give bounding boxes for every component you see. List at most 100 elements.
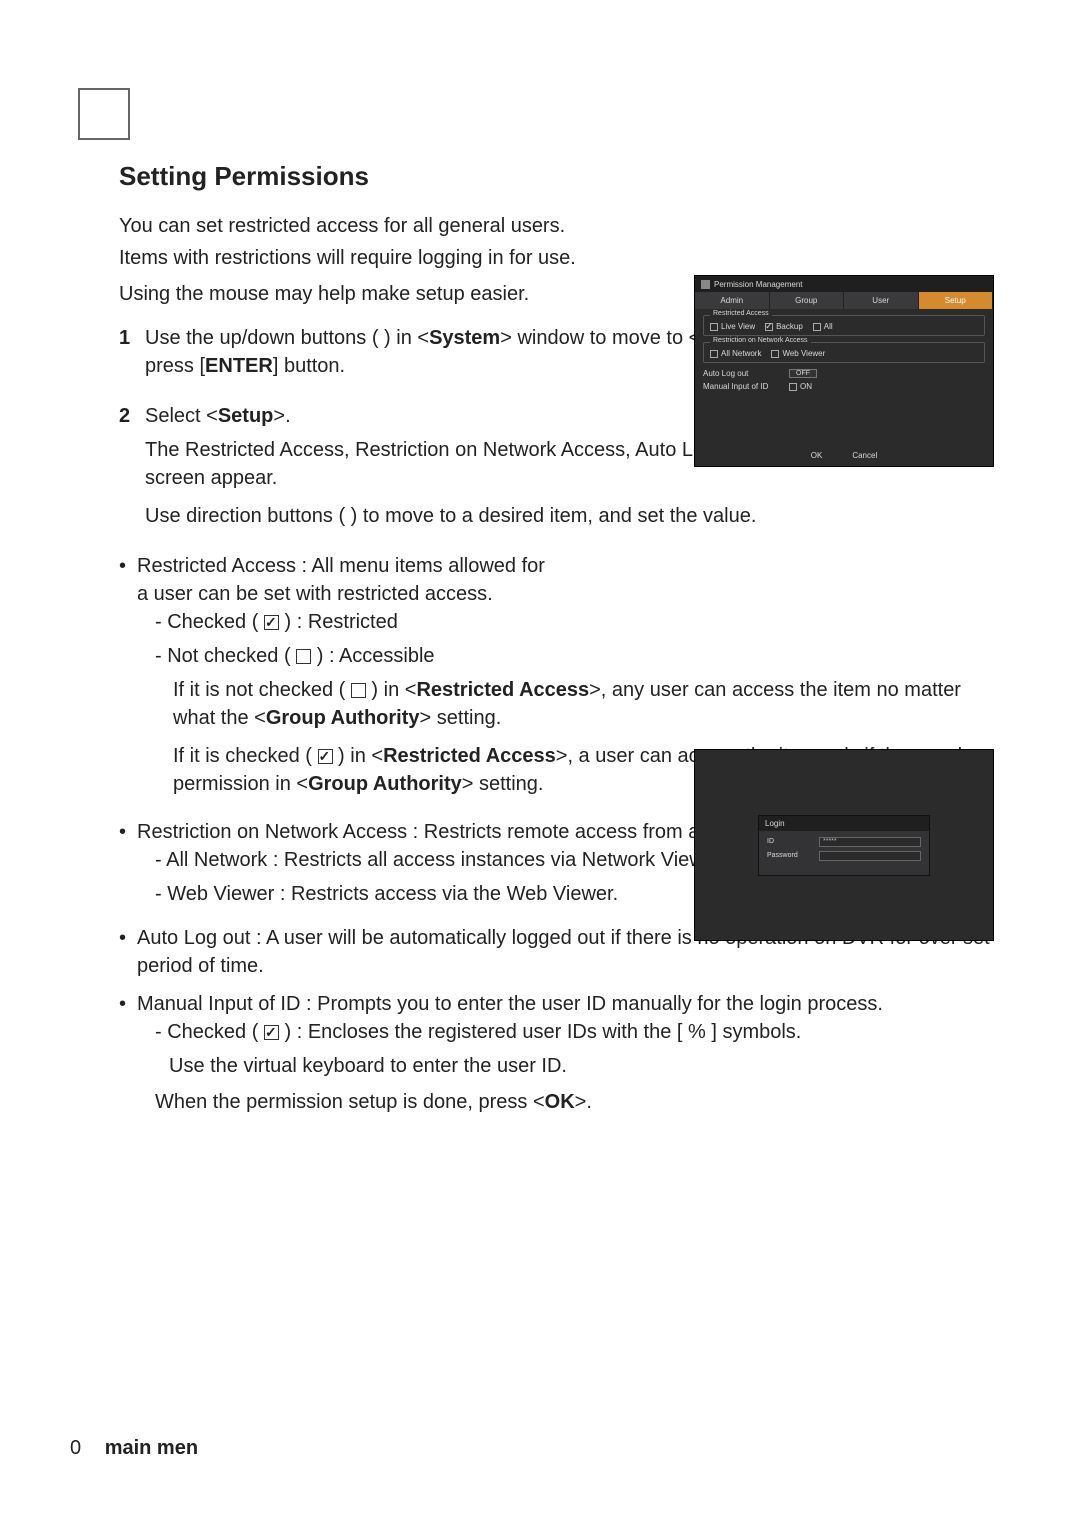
checkbox-backup[interactable]: Backup xyxy=(765,322,803,331)
checkbox-icon xyxy=(813,323,821,331)
text: ] button. xyxy=(273,355,345,377)
bold: Setup xyxy=(218,405,274,427)
text: ) : Restricted xyxy=(279,611,398,633)
intro-line: Items with restrictions will require log… xyxy=(119,244,993,272)
label: Password xyxy=(767,852,813,859)
page-footer: 0 main men xyxy=(70,1437,198,1460)
header-box xyxy=(78,88,130,140)
group-legend: Restriction on Network Access xyxy=(710,337,811,344)
bold: Restricted Access xyxy=(416,679,589,701)
section-title: Setting Permissions xyxy=(119,158,993,194)
text: Web Viewer : Restricts access via the We… xyxy=(167,883,618,905)
manual-id-row: Manual Input of ID ON xyxy=(703,382,985,391)
checkbox-icon xyxy=(765,323,773,331)
checkbox-icon xyxy=(789,383,797,391)
label: All xyxy=(824,322,833,331)
bold: Group Authority xyxy=(266,707,420,729)
text: If it is checked ( xyxy=(173,745,318,767)
auto-logout-row: Auto Log out OFF xyxy=(703,369,985,378)
bullet-icon: • xyxy=(119,924,137,980)
list-item: • Manual Input of ID : Prompts you to en… xyxy=(119,990,993,1122)
checkbox-all[interactable]: All xyxy=(813,322,833,331)
unchecked-icon xyxy=(296,649,311,664)
text: Use the up/down buttons ( ) in < xyxy=(145,327,429,349)
list-body: Manual Input of ID : Prompts you to ente… xyxy=(137,990,993,1122)
bold: OK xyxy=(545,1091,575,1113)
text: Use the virtual keyboard to enter the us… xyxy=(169,1052,993,1080)
bullet-icon: • xyxy=(119,818,137,914)
text: Checked ( xyxy=(167,1021,264,1043)
text: ) : Accessible xyxy=(311,645,434,667)
login-title: Login xyxy=(759,816,929,831)
text: > setting. xyxy=(420,707,502,729)
panel-tabs: Admin Group User Setup xyxy=(695,292,993,309)
text: > window to move to < xyxy=(500,327,700,349)
panel-title: Permission Management xyxy=(714,280,802,289)
cancel-button[interactable]: Cancel xyxy=(852,451,877,460)
login-id-row: ID ***** xyxy=(767,837,921,847)
intro-line: You can set restricted access for all ge… xyxy=(119,212,993,240)
text: ) in < xyxy=(366,679,417,701)
text: Checked ( xyxy=(167,611,264,633)
password-input[interactable] xyxy=(819,851,921,861)
login-password-row: Password xyxy=(767,851,921,861)
label: Manual Input of ID xyxy=(703,382,781,391)
text: >. xyxy=(575,1091,592,1113)
checkbox-icon xyxy=(710,350,718,358)
step-number: 2 xyxy=(119,402,145,536)
checkbox-icon xyxy=(710,323,718,331)
label: ON xyxy=(800,382,812,391)
label: Web Viewer xyxy=(782,349,825,358)
label: All Network xyxy=(721,349,761,358)
bold: System xyxy=(429,327,500,349)
checked-icon xyxy=(318,749,333,764)
tab-user[interactable]: User xyxy=(844,292,919,309)
label: Live View xyxy=(721,322,755,331)
text: Not checked ( xyxy=(167,645,296,667)
bold: Group Authority xyxy=(308,773,462,795)
text: > setting. xyxy=(462,773,544,795)
bullet-icon: • xyxy=(119,990,137,1122)
text: >. xyxy=(273,405,290,427)
tab-admin[interactable]: Admin xyxy=(695,292,770,309)
checked-icon xyxy=(264,615,279,630)
restricted-access-group: Restricted Access Live View Backup All xyxy=(703,315,985,336)
user-icon xyxy=(701,280,710,289)
label: Auto Log out xyxy=(703,369,781,378)
footer-label: main men xyxy=(105,1437,198,1459)
text: When the permission setup is done, press… xyxy=(155,1091,545,1113)
panel-footer: OK Cancel xyxy=(695,451,993,460)
step-number: 1 xyxy=(119,324,145,386)
auto-logout-value[interactable]: OFF xyxy=(789,369,817,378)
text: ) in < xyxy=(333,745,384,767)
group-legend: Restricted Access xyxy=(710,310,772,317)
text: If it is not checked ( xyxy=(173,679,351,701)
text: Select < xyxy=(145,405,218,427)
id-input[interactable]: ***** xyxy=(819,837,921,847)
page-number: 0 xyxy=(70,1437,81,1459)
text: ) : Encloses the registered user IDs wit… xyxy=(279,1021,801,1043)
unchecked-icon xyxy=(351,683,366,698)
bold: ENTER xyxy=(205,355,273,377)
tab-group[interactable]: Group xyxy=(770,292,845,309)
checkbox-web-viewer[interactable]: Web Viewer xyxy=(771,349,825,358)
label: ID xyxy=(767,838,813,845)
checkbox-manual-id[interactable]: ON xyxy=(789,382,812,391)
text: Use direction buttons ( ) to move to a d… xyxy=(145,502,993,530)
permission-panel-mock: Permission Management Admin Group User S… xyxy=(694,275,994,467)
login-body: ID ***** Password xyxy=(759,831,929,875)
text: Restriction on Network Access : Restrict… xyxy=(137,821,717,843)
checkbox-liveview[interactable]: Live View xyxy=(710,322,755,331)
checkbox-icon xyxy=(771,350,779,358)
tab-setup[interactable]: Setup xyxy=(919,292,994,309)
label: Backup xyxy=(776,322,803,331)
checkbox-all-network[interactable]: All Network xyxy=(710,349,761,358)
panel-body: Restricted Access Live View Backup All R… xyxy=(695,309,993,401)
login-box: Login ID ***** Password xyxy=(758,815,930,876)
login-panel-mock: Login ID ***** Password xyxy=(694,749,994,941)
checked-icon xyxy=(264,1025,279,1040)
bullet-icon: • xyxy=(119,552,137,808)
panel-titlebar: Permission Management xyxy=(695,276,993,292)
network-access-group: Restriction on Network Access All Networ… xyxy=(703,342,985,363)
ok-button[interactable]: OK xyxy=(811,451,823,460)
